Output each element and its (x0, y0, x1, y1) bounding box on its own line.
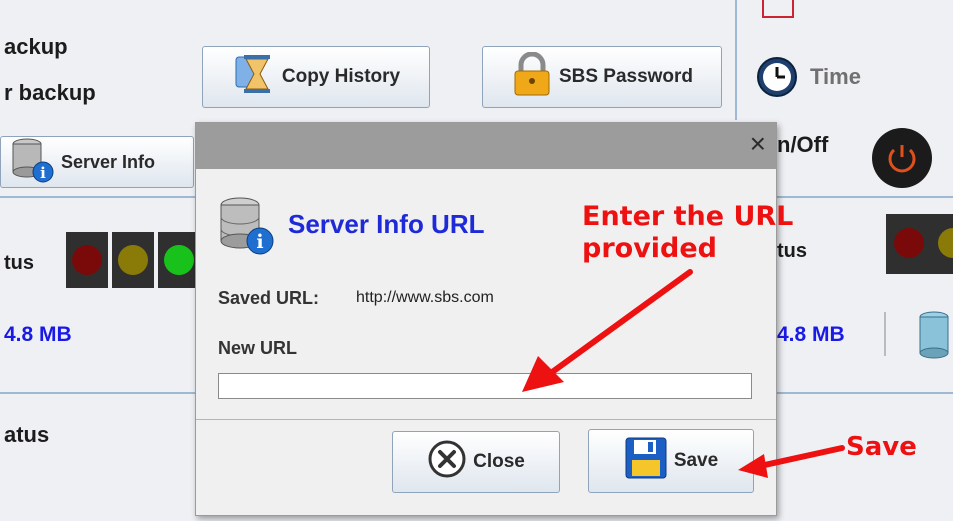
clock-icon (756, 56, 798, 103)
annotation-arrow-url (522, 269, 693, 392)
saved-url-value: http://www.sbs.com (356, 289, 494, 306)
copy-history-button[interactable]: Copy History (202, 46, 430, 108)
new-url-label: New URL (218, 338, 298, 358)
backup-label: ackup (4, 34, 68, 59)
traffic-light-icon (934, 214, 953, 274)
partial-icon (762, 0, 794, 18)
lock-icon (511, 51, 553, 102)
sbs-password-button[interactable]: SBS Password (482, 46, 722, 108)
annotation-arrow-save (738, 445, 845, 478)
annotation-save: Save (846, 432, 917, 462)
dialog-titlebar (196, 123, 776, 169)
server-info-button[interactable]: i Server Info (0, 136, 194, 188)
size-label-right: 4.8 MB (777, 323, 845, 346)
svg-text:i: i (40, 164, 46, 182)
time-label: Time (810, 64, 861, 89)
close-button-label: Close (473, 451, 525, 472)
database-info-icon: i (216, 195, 276, 262)
on-off-label: n/Off (777, 132, 829, 157)
power-icon[interactable] (870, 126, 934, 195)
sbs-password-label: SBS Password (558, 66, 694, 87)
annotation-enter-url: Enter the URL provided (582, 201, 794, 264)
close-circle-icon (427, 439, 467, 485)
svg-text:i: i (256, 231, 263, 253)
size-label: 4.8 MB (4, 323, 72, 346)
close-button[interactable]: Close (392, 431, 560, 493)
database-icon (916, 310, 953, 365)
traffic-light-icon (66, 232, 108, 288)
traffic-light-icon (112, 232, 154, 288)
server-backup-label: r backup (4, 80, 96, 105)
panel-divider (735, 0, 737, 120)
server-info-label: Server Info (61, 151, 156, 172)
save-button-label: Save (673, 450, 719, 471)
panel-divider (884, 312, 886, 356)
traffic-light-icon (158, 232, 198, 288)
dialog-divider (196, 419, 776, 420)
hourglass-icon (232, 51, 276, 103)
traffic-light-icon (886, 214, 934, 274)
status-label-2: atus (4, 422, 50, 447)
copy-history-label: Copy History (281, 66, 401, 87)
dialog-close-icon[interactable]: × (750, 129, 766, 159)
dialog-title: Server Info URL (288, 209, 485, 239)
database-info-icon: i (9, 136, 55, 189)
floppy-save-icon (624, 436, 668, 486)
saved-url-label: Saved URL: (218, 288, 320, 308)
status-label: tus (4, 252, 34, 274)
